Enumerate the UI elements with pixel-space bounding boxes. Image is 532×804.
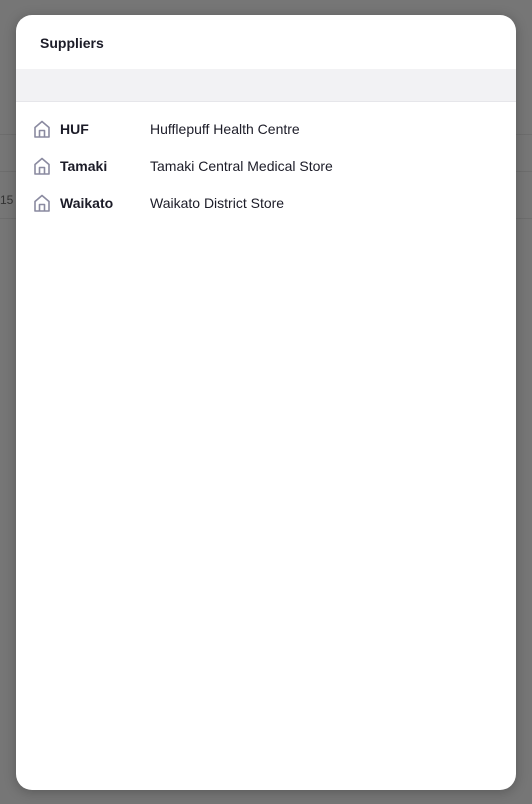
- home-icon: [33, 119, 51, 139]
- supplier-name: Waikato District Store: [150, 194, 285, 211]
- supplier-name: Hufflepuff Health Centre: [150, 120, 300, 137]
- list-item[interactable]: Waikato Waikato District Store: [16, 184, 516, 221]
- modal-title: Suppliers: [40, 35, 104, 51]
- supplier-name: Tamaki Central Medical Store: [150, 157, 333, 174]
- supplier-list: HUF Hufflepuff Health Centre Tamaki Tama…: [16, 102, 516, 221]
- modal-header: Suppliers: [16, 15, 516, 69]
- search-bar[interactable]: [16, 69, 516, 102]
- home-icon: [33, 156, 51, 176]
- supplier-code: Tamaki: [60, 157, 108, 174]
- suppliers-modal: Suppliers HUF Hufflepuff Health Centre T…: [16, 15, 516, 790]
- home-icon: [33, 193, 51, 213]
- list-item[interactable]: Tamaki Tamaki Central Medical Store: [16, 147, 516, 184]
- supplier-code: Waikato: [60, 194, 114, 211]
- list-item[interactable]: HUF Hufflepuff Health Centre: [16, 110, 516, 147]
- supplier-code: HUF: [60, 120, 89, 137]
